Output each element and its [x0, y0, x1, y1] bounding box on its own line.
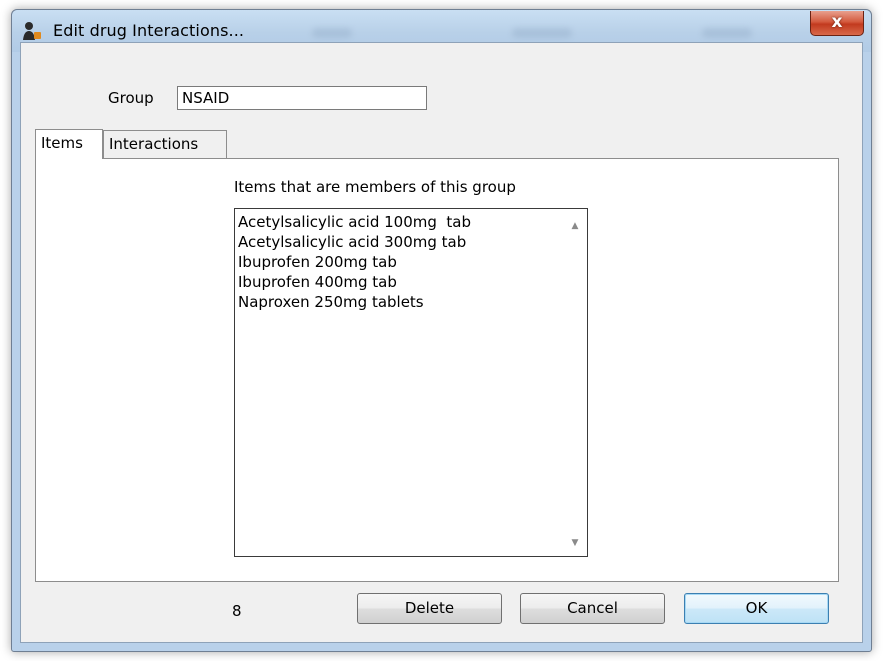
- delete-button[interactable]: Delete: [357, 593, 502, 624]
- list-item[interactable]: Naproxen 250mg tablets: [235, 292, 471, 312]
- group-label: Group: [108, 89, 154, 107]
- dialog-client-area: Group Items Interactions Items that are …: [20, 42, 863, 643]
- title-bar-background: [702, 28, 752, 38]
- scroll-down-arrow-icon[interactable]: ▼: [570, 539, 580, 548]
- tab-items[interactable]: Items: [35, 129, 103, 159]
- items-list-caption: Items that are members of this group: [234, 178, 516, 196]
- dialog-window: Edit drug Interactions... x Group Items …: [11, 9, 872, 652]
- window-title: Edit drug Interactions...: [53, 21, 245, 40]
- list-item[interactable]: Ibuprofen 400mg tab: [235, 272, 471, 292]
- app-icon: [23, 22, 41, 40]
- title-bar-background: [512, 28, 572, 38]
- tab-interactions[interactable]: Interactions: [103, 130, 227, 158]
- list-item[interactable]: Acetylsalicylic acid 100mg tab: [235, 212, 471, 232]
- group-name-input[interactable]: [177, 86, 427, 110]
- title-bar-background: [312, 28, 352, 38]
- item-count-label: 8: [232, 602, 242, 620]
- cancel-button[interactable]: Cancel: [520, 593, 665, 624]
- close-button[interactable]: x: [810, 11, 864, 36]
- list-item[interactable]: Acetylsalicylic acid 300mg tab: [235, 232, 471, 252]
- group-items-listbox[interactable]: Acetylsalicylic acid 100mg tab Acetylsal…: [234, 208, 588, 557]
- close-icon: x: [831, 12, 843, 32]
- scroll-up-arrow-icon[interactable]: ▲: [570, 222, 580, 231]
- list-item[interactable]: Ibuprofen 200mg tab: [235, 252, 471, 272]
- items-tab-panel: Items that are members of this group Ace…: [35, 158, 839, 582]
- ok-button[interactable]: OK: [684, 593, 829, 624]
